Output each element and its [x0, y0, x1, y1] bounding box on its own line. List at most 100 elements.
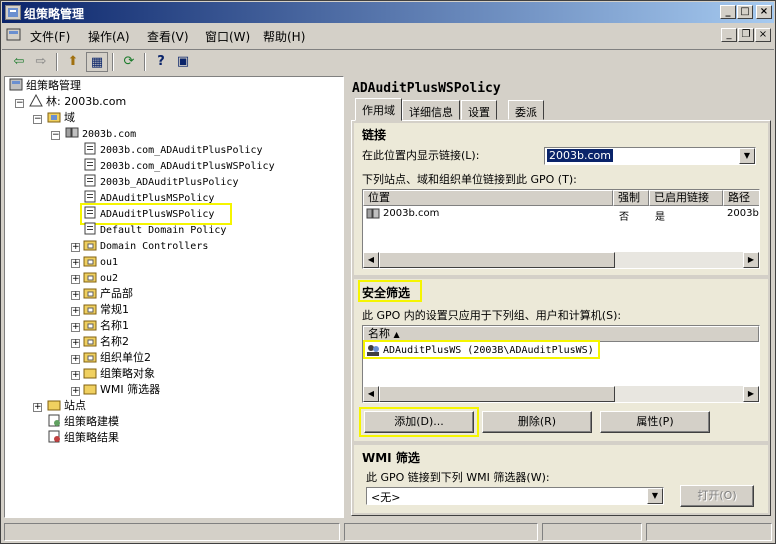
open-button[interactable]: 打开(O): [680, 485, 754, 507]
scroll-right-icon[interactable]: ▶: [743, 386, 759, 402]
tree-ou[interactable]: 产品部: [83, 286, 133, 302]
expand-toggle[interactable]: +: [71, 275, 80, 284]
expand-toggle[interactable]: +: [71, 371, 80, 380]
forward-icon[interactable]: ⇨: [30, 52, 52, 72]
expand-toggle[interactable]: +: [33, 403, 42, 412]
console-tree[interactable]: 组策略管理 − 林: 2003b.com − 域 − 2003b.com 200…: [4, 76, 344, 518]
gpmc-icon: [9, 78, 23, 91]
tree-ou[interactable]: 常规1: [83, 302, 129, 318]
collapse-domains-toggle[interactable]: −: [33, 115, 42, 124]
tree-ou[interactable]: 名称2: [83, 334, 129, 350]
mdi-minimize-button[interactable]: _: [721, 28, 737, 42]
gpo-container-icon: [83, 366, 97, 379]
links-list[interactable]: 位置 强制 已启用链接 路径 2003b.com 否 是 2003b ◀ ▶: [362, 189, 760, 269]
toolbar: ⇦ ⇨ ⬆ ▦ ⟳ ? ▣: [2, 49, 774, 73]
wmi-heading: WMI 筛选: [362, 451, 420, 465]
status-cell: [542, 523, 642, 541]
scroll-right-icon[interactable]: ▶: [743, 252, 759, 268]
tree-wmi-filters[interactable]: WMI 筛选器: [83, 382, 160, 398]
ou-folder-icon: [83, 254, 97, 267]
tree-ou[interactable]: 组织单位2: [83, 350, 151, 366]
maximize-button[interactable]: □: [737, 5, 753, 19]
column-path[interactable]: 路径: [723, 190, 759, 206]
scroll-left-icon[interactable]: ◀: [363, 252, 379, 268]
up-folder-icon[interactable]: ⬆: [62, 52, 84, 72]
back-icon[interactable]: ⇦: [8, 52, 30, 72]
tree-domains[interactable]: 域: [47, 110, 75, 126]
chevron-down-icon[interactable]: ▼: [739, 148, 755, 164]
ou-folder-icon: [83, 334, 97, 347]
expand-toggle[interactable]: +: [71, 307, 80, 316]
scroll-thumb[interactable]: [379, 252, 615, 268]
expand-toggle[interactable]: +: [71, 259, 80, 268]
security-list[interactable]: 名称 ▲ ADAuditPlusWS (2003B\ADAuditPlusWS)…: [362, 325, 760, 403]
security-hscrollbar[interactable]: ◀ ▶: [363, 386, 759, 402]
scroll-left-icon[interactable]: ◀: [363, 386, 379, 402]
refresh-icon[interactable]: ⟳: [118, 52, 140, 72]
mdi-close-button[interactable]: ×: [755, 28, 771, 42]
forest-icon: [29, 93, 43, 107]
column-link-enabled[interactable]: 已启用链接: [649, 190, 723, 206]
collapse-domain-toggle[interactable]: −: [51, 131, 60, 140]
security-desc: 此 GPO 内的设置只应用于下列组、用户和计算机(S):: [362, 309, 622, 322]
table-row[interactable]: 2003b.com 否 是 2003b: [363, 206, 759, 223]
tab-scope[interactable]: 作用域: [355, 98, 402, 121]
links-desc: 下列站点、域和组织单位链接到此 GPO (T):: [362, 173, 577, 186]
gpo-title: ADAuditPlusWSPolicy: [352, 81, 501, 96]
tree-ou[interactable]: ou2: [83, 270, 118, 286]
console-tree-icon[interactable]: ▣: [172, 52, 194, 72]
collapse-forest-toggle[interactable]: −: [15, 99, 24, 108]
expand-toggle[interactable]: +: [71, 243, 80, 252]
console-menu-icon[interactable]: [6, 27, 22, 43]
scroll-thumb[interactable]: [379, 386, 615, 402]
tree-gpo-link[interactable]: 2003b.com_ADAuditPlusPolicy: [83, 142, 263, 158]
show-tree-icon[interactable]: ▦: [86, 52, 108, 72]
status-cell: [646, 523, 772, 541]
mdi-restore-button[interactable]: ❐: [738, 28, 754, 42]
title-bar[interactable]: 组策略管理 _ □ ×: [2, 2, 774, 23]
links-hscrollbar[interactable]: ◀ ▶: [363, 252, 759, 268]
tab-settings[interactable]: 设置: [461, 100, 497, 120]
tree-sites[interactable]: 站点: [47, 398, 86, 414]
help-icon[interactable]: ?: [150, 52, 172, 72]
wmi-desc: 此 GPO 链接到下列 WMI 筛选器(W):: [366, 471, 550, 484]
close-button[interactable]: ×: [756, 5, 772, 19]
tree-root[interactable]: 组策略管理: [9, 78, 81, 94]
menu-window[interactable]: 窗口(W): [205, 28, 250, 45]
menu-action[interactable]: 操作(A): [88, 28, 130, 45]
tree-ou[interactable]: 名称1: [83, 318, 129, 334]
remove-button[interactable]: 删除(R): [482, 411, 592, 433]
tree-gpo-link[interactable]: Default Domain Policy: [83, 222, 226, 238]
tree-results[interactable]: 组策略结果: [47, 430, 119, 446]
tree-domain[interactable]: 2003b.com: [65, 126, 136, 142]
wmi-section: WMI 筛选 此 GPO 链接到下列 WMI 筛选器(W): <无> ▼ 打开(…: [354, 445, 768, 513]
tab-details[interactable]: 详细信息: [402, 100, 460, 120]
tree-modeling[interactable]: 组策略建模: [47, 414, 119, 430]
chevron-down-icon[interactable]: ▼: [647, 488, 663, 504]
column-enforced[interactable]: 强制: [613, 190, 649, 206]
menu-view[interactable]: 查看(V): [147, 28, 189, 45]
tree-ou[interactable]: ou1: [83, 254, 118, 270]
properties-button[interactable]: 属性(P): [600, 411, 710, 433]
tree-gpo-link[interactable]: 2003b.com_ADAuditPlusWSPolicy: [83, 158, 275, 174]
wmi-filter-dropdown[interactable]: <无> ▼: [366, 487, 664, 505]
column-location[interactable]: 位置: [363, 190, 613, 206]
expand-toggle[interactable]: +: [71, 355, 80, 364]
menu-file[interactable]: 文件(F): [30, 28, 70, 45]
expand-toggle[interactable]: +: [71, 339, 80, 348]
tree-forest[interactable]: 林: 2003b.com: [29, 93, 126, 110]
expand-toggle[interactable]: +: [71, 387, 80, 396]
highlight-security-heading: [358, 280, 422, 302]
menu-help[interactable]: 帮助(H): [263, 28, 305, 45]
tree-gpo-container[interactable]: 组策略对象: [83, 366, 155, 382]
expand-toggle[interactable]: +: [71, 323, 80, 332]
minimize-button[interactable]: _: [720, 5, 736, 19]
tree-gpo-link[interactable]: 2003b_ADAuditPlusPolicy: [83, 174, 238, 190]
location-dropdown[interactable]: 2003b.com ▼: [544, 147, 756, 165]
gpo-link-icon: [83, 158, 97, 171]
tab-delegation[interactable]: 委派: [508, 100, 544, 120]
modeling-icon: [47, 414, 61, 427]
tree-ou[interactable]: Domain Controllers: [83, 238, 208, 254]
expand-toggle[interactable]: +: [71, 291, 80, 300]
ou-folder-icon: [83, 238, 97, 251]
